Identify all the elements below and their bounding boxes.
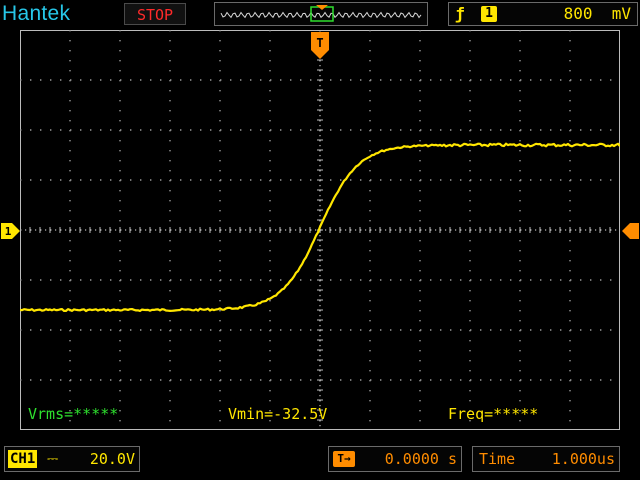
ch1-ground-marker[interactable]: 1: [0, 222, 22, 240]
horizontal-position[interactable]: T→ 0.0000 s: [328, 446, 462, 472]
measurement-vmin: Vmin=-32.5V: [228, 405, 328, 423]
measurement-frequency: Freq=*****: [448, 405, 539, 423]
ch1-volts-per-div: 20.0V: [89, 450, 135, 468]
run-stop-status[interactable]: STOP: [124, 3, 186, 25]
trigger-level-value: 800 mV: [563, 4, 631, 23]
ch1-badge: CH1: [8, 450, 38, 468]
ground-marker-label: 1: [5, 225, 12, 238]
trigger-position-marker[interactable]: T: [308, 30, 332, 62]
dc-coupling-icon: ⎓: [47, 451, 59, 467]
waveform-display[interactable]: [20, 30, 620, 430]
memory-position-bar[interactable]: [214, 2, 428, 26]
trigger-level-marker-icon[interactable]: [621, 222, 640, 240]
trigger-marker-label: T: [316, 36, 323, 50]
trigger-offset-icon: T→: [333, 451, 355, 467]
ch1-settings[interactable]: CH1 ⎓ 20.0V: [4, 446, 140, 472]
memory-waveform-icon: [220, 5, 422, 22]
rising-edge-icon: ƒ: [455, 4, 465, 23]
timebase[interactable]: Time 1.000us: [472, 446, 620, 472]
timebase-label: Time: [479, 450, 516, 468]
trigger-info[interactable]: ƒ 1 800 mV: [448, 2, 638, 26]
measurement-vrms: Vrms=*****: [28, 405, 119, 423]
trigger-source-badge: 1: [481, 6, 497, 22]
timebase-value: 1.000us: [551, 450, 615, 468]
trigger-offset-value: 0.0000 s: [384, 450, 457, 468]
brand-logo: Hantek: [2, 2, 71, 25]
